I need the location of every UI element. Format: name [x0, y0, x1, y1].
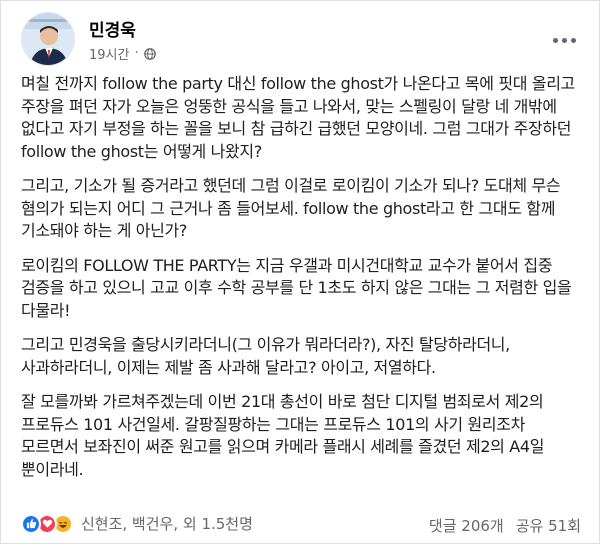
more-dot-icon	[570, 37, 576, 43]
reactions-summary[interactable]: 신현조, 백건우, 외 1.5천명	[21, 513, 253, 534]
more-dot-icon	[552, 37, 558, 43]
post-meta: 19시간 ·	[89, 44, 156, 63]
engagement-counts: 댓글 206개 공유 51회	[429, 515, 581, 536]
post-body: 며칠 전까지 follow the party 대신 follow the gh…	[21, 73, 587, 493]
post-timestamp[interactable]: 19시간	[89, 44, 129, 63]
profile-photo-icon	[22, 13, 74, 65]
facebook-post: 민경욱 19시간 · 며칠 전까지 follow the party 대신 fo…	[0, 0, 600, 544]
post-paragraph: 잘 모를까봐 가르쳐주겠는데 이번 21대 총선이 바로 첨단 디지털 범죄로서…	[21, 392, 545, 479]
reaction-names[interactable]: 신현조, 백건우, 외 1.5천명	[81, 513, 253, 534]
avatar[interactable]	[21, 12, 75, 66]
post-header: 민경욱 19시간 ·	[21, 12, 581, 68]
post-paragraph: 로이킴의 FOLLOW THE PARTY는 지금 우갤과 미시건대학교 교수가…	[21, 255, 572, 320]
shares-count-link[interactable]: 공유 51회	[516, 515, 581, 536]
globe-icon	[143, 47, 156, 60]
separator-dot: ·	[134, 46, 139, 61]
post-footer: 신현조, 백건우, 외 1.5천명 댓글 206개 공유 51회	[21, 509, 581, 539]
author-name[interactable]: 민경욱	[89, 16, 136, 41]
post-paragraph: 며칠 전까지 follow the party 대신 follow the gh…	[21, 74, 575, 161]
more-dot-icon	[561, 37, 567, 43]
more-options-button[interactable]	[549, 28, 579, 52]
comments-count-link[interactable]: 댓글 206개	[429, 515, 504, 536]
like-icon	[21, 513, 41, 534]
post-paragraph: 그리고, 기소가 될 증거라고 했던데 그럼 이걸로 로이킴이 기소가 되나? …	[21, 176, 561, 240]
post-paragraph: 그리고 민경욱을 출당시키라더니(그 이유가 뭐라더라?), 자진 탈당하라더니…	[21, 335, 510, 377]
